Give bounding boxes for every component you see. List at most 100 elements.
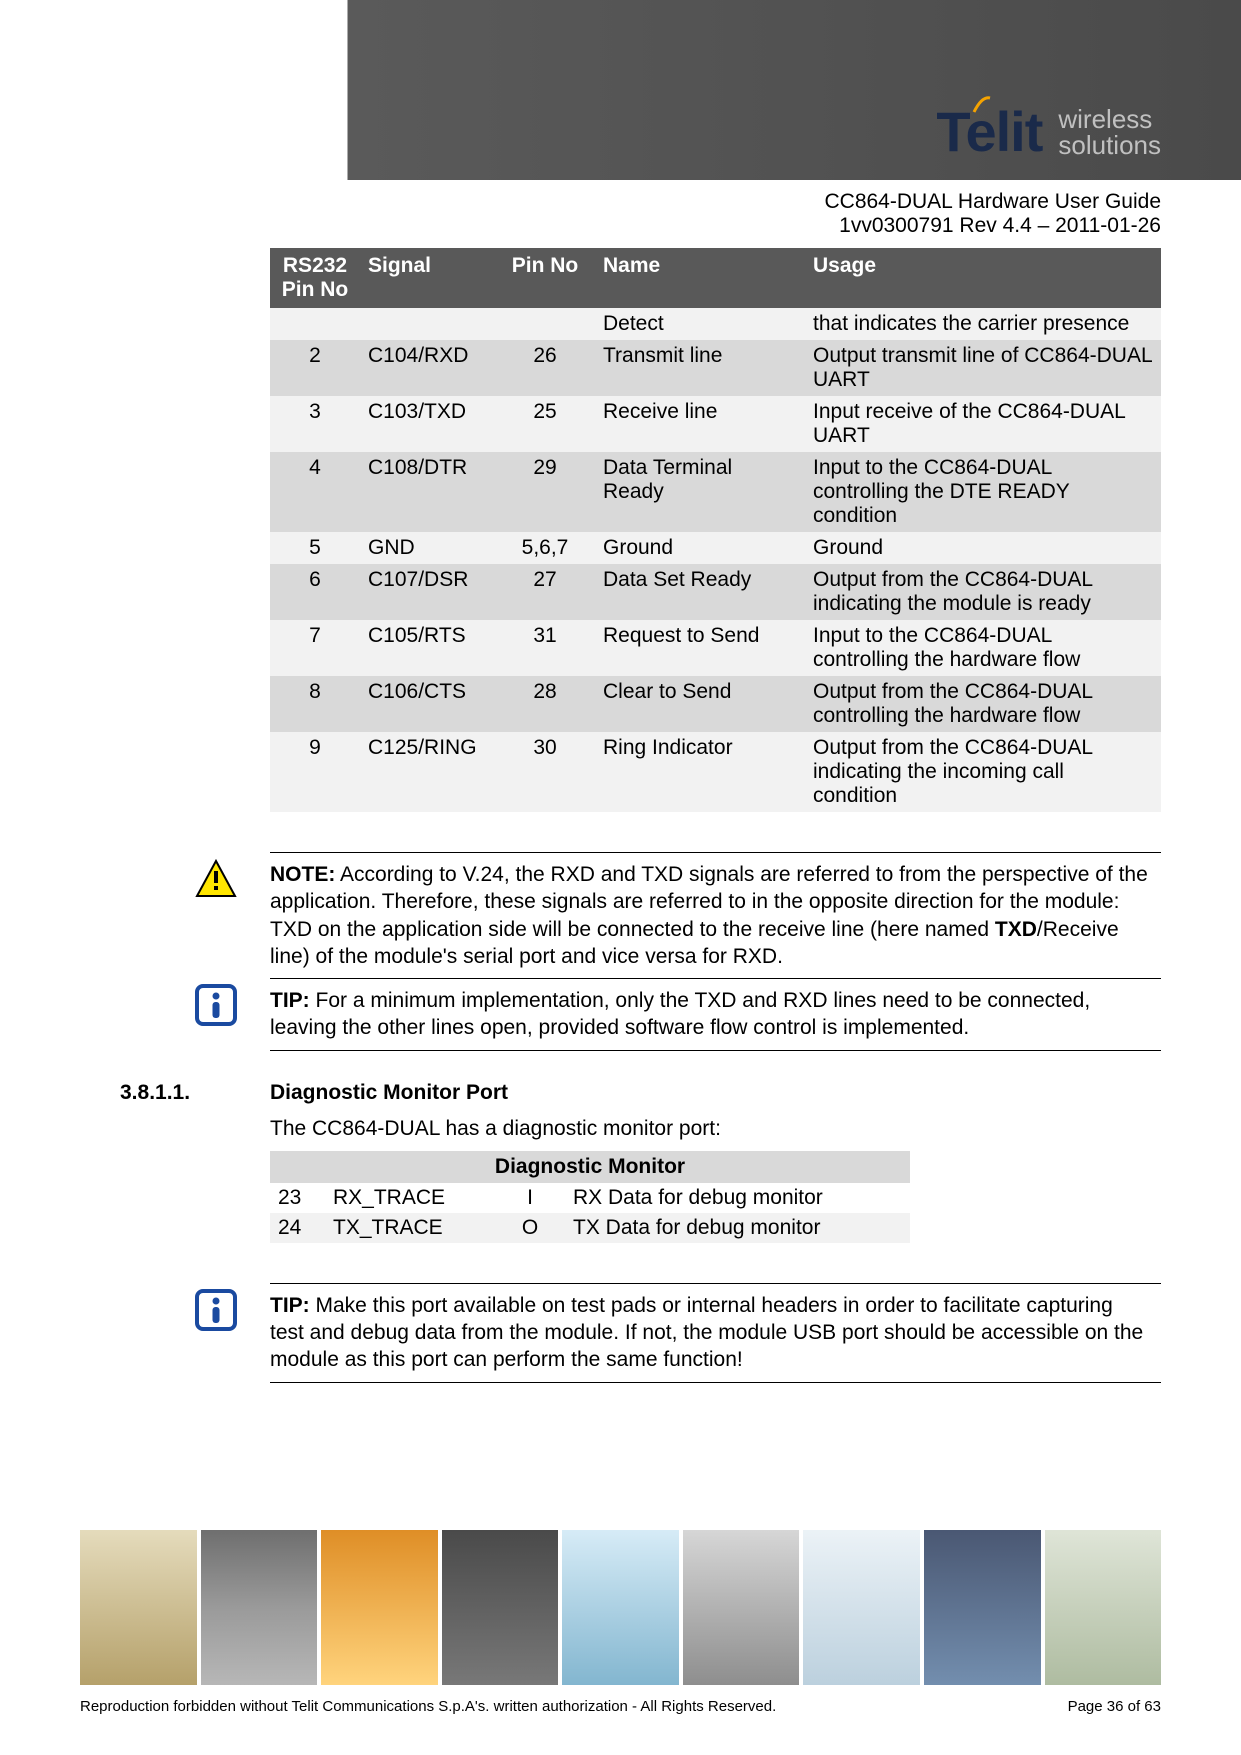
cell-rs: 7	[270, 620, 360, 676]
table-row: 4C108/DTR29Data Terminal ReadyInput to t…	[270, 452, 1161, 532]
tip1-callout: TIP: For a minimum implementation, only …	[195, 978, 1161, 1051]
table-row: 6C107/DSR27Data Set ReadyOutput from the…	[270, 564, 1161, 620]
logo-swoosh-icon	[972, 94, 992, 114]
tip1-label: TIP:	[270, 989, 310, 1012]
cell-usage: that indicates the carrier presence	[805, 308, 1161, 340]
header-white-box	[80, 50, 305, 140]
cell-usage: Input to the CC864-DUAL controlling the …	[805, 452, 1161, 532]
cell-name: Request to Send	[595, 620, 805, 676]
footer-img	[442, 1530, 559, 1685]
cell-rs: 5	[270, 532, 360, 564]
cell-signal: C125/RING	[360, 732, 495, 812]
content: RS232 Pin No Signal Pin No Name Usage De…	[0, 248, 1241, 1383]
tip2-label: TIP:	[270, 1294, 310, 1317]
section-title: Diagnostic Monitor Port	[270, 1081, 508, 1105]
table-row: 23RX_TRACEIRX Data for debug monitor	[270, 1183, 910, 1213]
logo-telit: Telit	[936, 104, 1042, 160]
cell-pin: 29	[495, 452, 595, 532]
footer-img	[321, 1530, 438, 1685]
th-name: Name	[595, 248, 805, 308]
cell-signal: TX_TRACE	[325, 1213, 495, 1243]
cell-name: Ground	[595, 532, 805, 564]
page-header: Telit wireless solutions	[0, 0, 1241, 180]
tip2-text: TIP: Make this port available on test pa…	[270, 1283, 1161, 1383]
cell-rs: 6	[270, 564, 360, 620]
footer-image-strip	[80, 1530, 1161, 1685]
cell-name: Ring Indicator	[595, 732, 805, 812]
cell-name: Transmit line	[595, 340, 805, 396]
tip2-body: Make this port available on test pads or…	[270, 1294, 1143, 1372]
footer-img	[1045, 1530, 1162, 1685]
cell-usage: Output from the CC864-DUAL indicating th…	[805, 732, 1161, 812]
cell-pin: 5,6,7	[495, 532, 595, 564]
table-row: 7C105/RTS31Request to SendInput to the C…	[270, 620, 1161, 676]
cell-signal: C103/TXD	[360, 396, 495, 452]
section-intro: The CC864-DUAL has a diagnostic monitor …	[270, 1117, 1161, 1141]
doc-meta: CC864-DUAL Hardware User Guide 1vv030079…	[0, 180, 1241, 248]
cell-name: Clear to Send	[595, 676, 805, 732]
footer-right: Page 36 of 63	[1068, 1698, 1161, 1715]
footer-line: Reproduction forbidden without Telit Com…	[80, 1698, 1161, 1715]
tagline-line2: solutions	[1058, 132, 1161, 158]
table-row: 9C125/RING30Ring IndicatorOutput from th…	[270, 732, 1161, 812]
cell-rs	[270, 308, 360, 340]
tip2-callout: TIP: Make this port available on test pa…	[195, 1283, 1161, 1383]
footer-img	[80, 1530, 197, 1685]
cell-usage: Input receive of the CC864-DUAL UART	[805, 396, 1161, 452]
th-usage: Usage	[805, 248, 1161, 308]
callout-group-2: TIP: Make this port available on test pa…	[195, 1283, 1161, 1383]
cell-signal: RX_TRACE	[325, 1183, 495, 1213]
note-label: NOTE:	[270, 863, 335, 886]
cell-signal: GND	[360, 532, 495, 564]
table-row: 8C106/CTS28Clear to SendOutput from the …	[270, 676, 1161, 732]
cell-usage: Input to the CC864-DUAL controlling the …	[805, 620, 1161, 676]
cell-pin: 27	[495, 564, 595, 620]
logo-tagline: wireless solutions	[1058, 106, 1161, 158]
tip1-body: For a minimum implementation, only the T…	[270, 989, 1090, 1039]
table-row: Detectthat indicates the carrier presenc…	[270, 308, 1161, 340]
section-number: 3.8.1.1.	[120, 1081, 270, 1105]
tagline-line1: wireless	[1058, 106, 1161, 132]
rs232-tbody: Detectthat indicates the carrier presenc…	[270, 308, 1161, 812]
tip1-text: TIP: For a minimum implementation, only …	[270, 978, 1161, 1051]
section-heading: 3.8.1.1. Diagnostic Monitor Port	[120, 1081, 1161, 1105]
cell-rs: 4	[270, 452, 360, 532]
cell-pin: 31	[495, 620, 595, 676]
note-bold-mid: TXD	[995, 918, 1037, 941]
cell-pin: 25	[495, 396, 595, 452]
doc-rev: 1vv0300791 Rev 4.4 – 2011-01-26	[80, 214, 1161, 238]
cell-usage: Ground	[805, 532, 1161, 564]
cell-name: Detect	[595, 308, 805, 340]
footer-img	[924, 1530, 1041, 1685]
cell-usage: Output transmit line of CC864-DUAL UART	[805, 340, 1161, 396]
warning-icon	[195, 858, 237, 900]
diag-header: Diagnostic Monitor	[270, 1151, 910, 1183]
th-signal: Signal	[360, 248, 495, 308]
th-pin-no: Pin No	[495, 248, 595, 308]
cell-pin: 26	[495, 340, 595, 396]
cell-signal: C107/DSR	[360, 564, 495, 620]
cell-pin	[495, 308, 595, 340]
footer-img	[803, 1530, 920, 1685]
footer-img	[562, 1530, 679, 1685]
note-text: NOTE: According to V.24, the RXD and TXD…	[270, 852, 1161, 978]
footer-img	[683, 1530, 800, 1685]
cell-usage: Output from the CC864-DUAL controlling t…	[805, 676, 1161, 732]
callout-group-1: NOTE: According to V.24, the RXD and TXD…	[195, 852, 1161, 1051]
cell-signal: C105/RTS	[360, 620, 495, 676]
cell-io: I	[495, 1183, 565, 1213]
th-rs-pin: RS232 Pin No	[270, 248, 360, 308]
table-row: 5GND5,6,7GroundGround	[270, 532, 1161, 564]
rs232-table: RS232 Pin No Signal Pin No Name Usage De…	[270, 248, 1161, 812]
cell-pin: 24	[270, 1213, 325, 1243]
info-icon	[195, 984, 237, 1026]
diag-monitor-table: Diagnostic Monitor 23RX_TRACEIRX Data fo…	[270, 1151, 910, 1243]
cell-pin: 23	[270, 1183, 325, 1213]
cell-signal: C104/RXD	[360, 340, 495, 396]
table-row: 2C104/RXD26Transmit lineOutput transmit …	[270, 340, 1161, 396]
logo-block: Telit wireless solutions	[936, 104, 1161, 160]
cell-signal: C106/CTS	[360, 676, 495, 732]
cell-signal: C108/DTR	[360, 452, 495, 532]
cell-name: Data Terminal Ready	[595, 452, 805, 532]
cell-pin: 28	[495, 676, 595, 732]
